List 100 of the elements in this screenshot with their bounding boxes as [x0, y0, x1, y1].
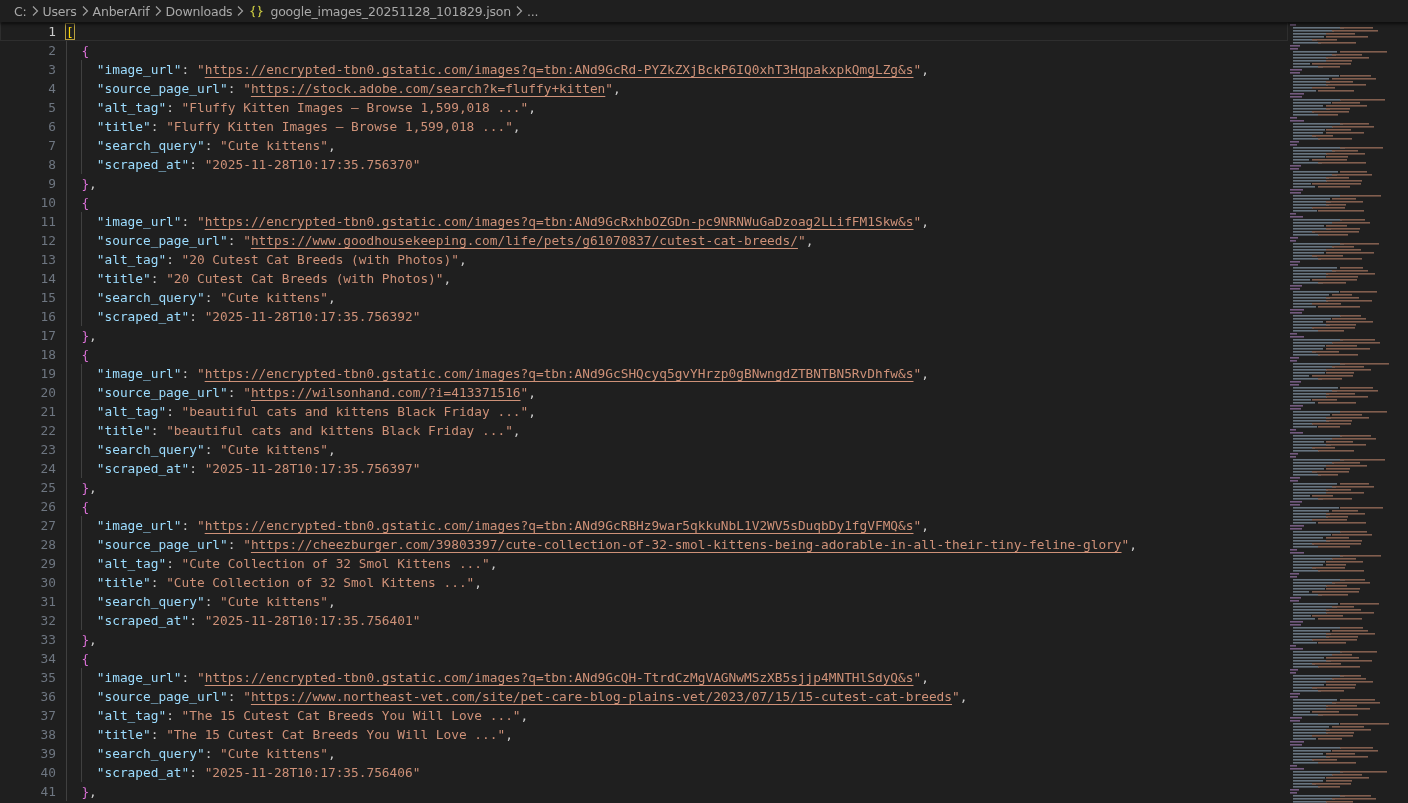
breadcrumb-item[interactable]: Downloads — [165, 3, 233, 19]
code-line: "source_page_url": "https://www.goodhousekeeping.com/life/pets/g61070837/cutest-cat-breeds/", — [96, 232, 814, 250]
line-number: 21 — [39, 403, 56, 421]
url-link[interactable]: https://stock.adobe.com/search?k=fluffy+kitten — [250, 81, 606, 96]
code-line: "alt_tag": "Fluffy Kitten Images – Browse 1,599,018 ...", — [96, 99, 536, 117]
line-number: 35 — [39, 669, 56, 687]
line-number: 36 — [39, 688, 56, 706]
line-number: 30 — [39, 574, 56, 592]
url-link[interactable]: https://www.goodhousekeeping.com/life/pets/g61070837/cutest-cat-breeds/ — [250, 233, 798, 248]
url-link[interactable]: https://encrypted-tbn0.gstatic.com/images?q=tbn:ANd9GcRd-PYZkZXjBckP6IQ0xhT3HqpakxpkQmgLZg&s — [204, 62, 914, 77]
line-number: 39 — [39, 745, 56, 763]
url-link[interactable]: https://wilsonhand.com/?i=413371516 — [250, 385, 521, 400]
code-line: "alt_tag": "Cute Collection of 32 Smol Kittens ...", — [96, 555, 498, 573]
code-line: }, — [81, 327, 97, 345]
line-number: 16 — [39, 308, 56, 326]
line-number: 24 — [39, 460, 56, 478]
line-number: 9 — [47, 175, 56, 193]
code-line: }, — [81, 479, 97, 497]
code-line: "search_query": "Cute kittens", — [96, 137, 336, 155]
line-number: 23 — [39, 441, 56, 459]
line-number: 38 — [39, 726, 56, 744]
code-line: "alt_tag": "The 15 Cutest Cat Breeds You Will Love ...", — [96, 707, 529, 725]
code-line: "source_page_url": "https://cheezburger.com/39803397/cute-collection-of-32-smol-kittens-being-adorable-in-all-their-tiny-feline-glory", — [96, 536, 1137, 554]
code-line: "search_query": "Cute kittens", — [96, 289, 336, 307]
code-line: "alt_tag": "20 Cutest Cat Breeds (with Photos)", — [96, 251, 467, 269]
code-line: "search_query": "Cute kittens", — [96, 593, 336, 611]
code-line: }, — [81, 631, 97, 649]
code-line: "scraped_at": "2025-11-28T10:17:35.756370" — [96, 156, 421, 174]
line-number: 18 — [39, 346, 56, 364]
line-number: 3 — [47, 61, 56, 79]
url-link[interactable]: https://encrypted-tbn0.gstatic.com/images?q=tbn:ANd9GcRxhbOZGDn-pc9NRNWuGaDzoag2LLifFM1Skw&s — [204, 214, 914, 229]
url-link[interactable]: https://encrypted-tbn0.gstatic.com/images?q=tbn:ANd9GcRBHz9war5qkkuNbL1V2WV5sDuqbDy1fgVFMQ&s — [204, 518, 914, 533]
line-number: 10 — [39, 194, 56, 212]
breadcrumb-item[interactable]: ... — [527, 3, 539, 19]
code-line: { — [81, 194, 90, 212]
line-number: 15 — [39, 289, 56, 307]
line-number: 12 — [39, 232, 56, 250]
code-line: }, — [81, 783, 97, 801]
code-line: { — [81, 346, 90, 364]
line-number: 20 — [39, 384, 56, 402]
line-number: 1 — [47, 23, 56, 41]
line-number: 32 — [39, 612, 56, 630]
line-number: 8 — [47, 156, 56, 174]
breadcrumb-item[interactable]: C: — [14, 3, 27, 19]
breadcrumb-item[interactable]: google_images_20251128_101829.json — [270, 3, 512, 19]
line-number: 13 — [39, 251, 56, 269]
line-number: 41 — [39, 783, 56, 801]
line-number: 31 — [39, 593, 56, 611]
chevron-icon — [236, 5, 245, 17]
line-number: 7 — [47, 137, 56, 155]
line-number: 25 — [39, 479, 56, 497]
breadcrumb-item[interactable]: Users — [42, 3, 77, 19]
line-number: 6 — [47, 118, 56, 136]
code-line: "source_page_url": "https://stock.adobe.com/search?k=fluffy+kitten", — [96, 80, 621, 98]
code-line: "source_page_url": "https://www.northeast-vet.com/site/pet-care-blog-plains-vet/2023/07/15/15-cutest-cat-breeds", — [96, 688, 968, 706]
line-number: 37 — [39, 707, 56, 725]
url-link[interactable]: https://encrypted-tbn0.gstatic.com/images?q=tbn:ANd9GcSHQcyq5gvYHrzp0gBNwngdZTBNTBN5RvDhfw&s — [204, 366, 914, 381]
code-line: { — [81, 42, 90, 60]
line-number: 17 — [39, 327, 56, 345]
code-line: "image_url": "https://encrypted-tbn0.gstatic.com/images?q=tbn:ANd9GcRd-PYZkZXjBckP6IQ0xhT3HqpakxpkQmgLZg&s", — [96, 61, 929, 79]
json-file-icon — [250, 4, 264, 18]
code-line: "image_url": "https://encrypted-tbn0.gstatic.com/images?q=tbn:ANd9GcQH-TtrdCzMgVAGNwMSzXB5sjjp4MNTHlSdyQ&s", — [96, 669, 929, 687]
code-line: { — [81, 498, 90, 516]
line-number: 34 — [39, 650, 56, 668]
chevron-icon — [153, 5, 162, 17]
line-number: 2 — [47, 42, 56, 60]
code-line: "image_url": "https://encrypted-tbn0.gstatic.com/images?q=tbn:ANd9GcRxhbOZGDn-pc9NRNWuGaDzoag2LLifFM1Skw&s", — [96, 213, 929, 231]
code-line: "title": "20 Cutest Cat Breeds (with Photos)", — [96, 270, 452, 288]
code-line: "alt_tag": "beautiful cats and kittens Black Friday ...", — [96, 403, 536, 421]
line-number: 22 — [39, 422, 56, 440]
code-line: "search_query": "Cute kittens", — [96, 745, 336, 763]
code-line: "source_page_url": "https://wilsonhand.com/?i=413371516", — [96, 384, 536, 402]
code-line: "title": "Cute Collection of 32 Smol Kittens ...", — [96, 574, 483, 592]
code-line: }, — [81, 175, 97, 193]
code-line: "title": "Fluffy Kitten Images – Browse 1,599,018 ...", — [96, 118, 521, 136]
chevron-icon — [30, 5, 39, 17]
breadcrumb-item[interactable]: AnberArif — [92, 3, 150, 19]
code-line: "title": "The 15 Cutest Cat Breeds You Will Love ...", — [96, 726, 513, 744]
line-number: 27 — [39, 517, 56, 535]
line-number: 5 — [47, 99, 56, 117]
line-number: 4 — [47, 80, 56, 98]
code-line: "title": "beautiful cats and kittens Black Friday ...", — [96, 422, 521, 440]
chevron-icon — [515, 5, 524, 17]
code-line: "scraped_at": "2025-11-28T10:17:35.756401" — [96, 612, 421, 630]
url-link[interactable]: https://www.northeast-vet.com/site/pet-care-blog-plains-vet/2023/07/15/15-cutest-cat-breeds — [250, 689, 952, 704]
line-number: 26 — [39, 498, 56, 516]
url-link[interactable]: https://cheezburger.com/39803397/cute-collection-of-32-smol-kittens-being-adorable-in-all-their-tiny-feline-glory — [250, 537, 1122, 552]
line-number: 33 — [39, 631, 56, 649]
code-line: { — [81, 650, 90, 668]
code-line: "image_url": "https://encrypted-tbn0.gstatic.com/images?q=tbn:ANd9GcRBHz9war5qkkuNbL1V2WV5sDuqbDy1fgVFMQ&s", — [96, 517, 929, 535]
line-number: 28 — [39, 536, 56, 554]
line-number: 29 — [39, 555, 56, 573]
code-line: "scraped_at": "2025-11-28T10:17:35.756392" — [96, 308, 421, 326]
chevron-icon — [80, 5, 89, 17]
line-number: 19 — [39, 365, 56, 383]
code-line: "search_query": "Cute kittens", — [96, 441, 336, 459]
code-line: "scraped_at": "2025-11-28T10:17:35.756397" — [96, 460, 421, 478]
line-number: 40 — [39, 764, 56, 782]
url-link[interactable]: https://encrypted-tbn0.gstatic.com/images?q=tbn:ANd9GcQH-TtrdCzMgVAGNwMSzXB5sjjp4MNTHlSdyQ&s — [204, 670, 914, 685]
code-line: [ — [66, 23, 74, 41]
